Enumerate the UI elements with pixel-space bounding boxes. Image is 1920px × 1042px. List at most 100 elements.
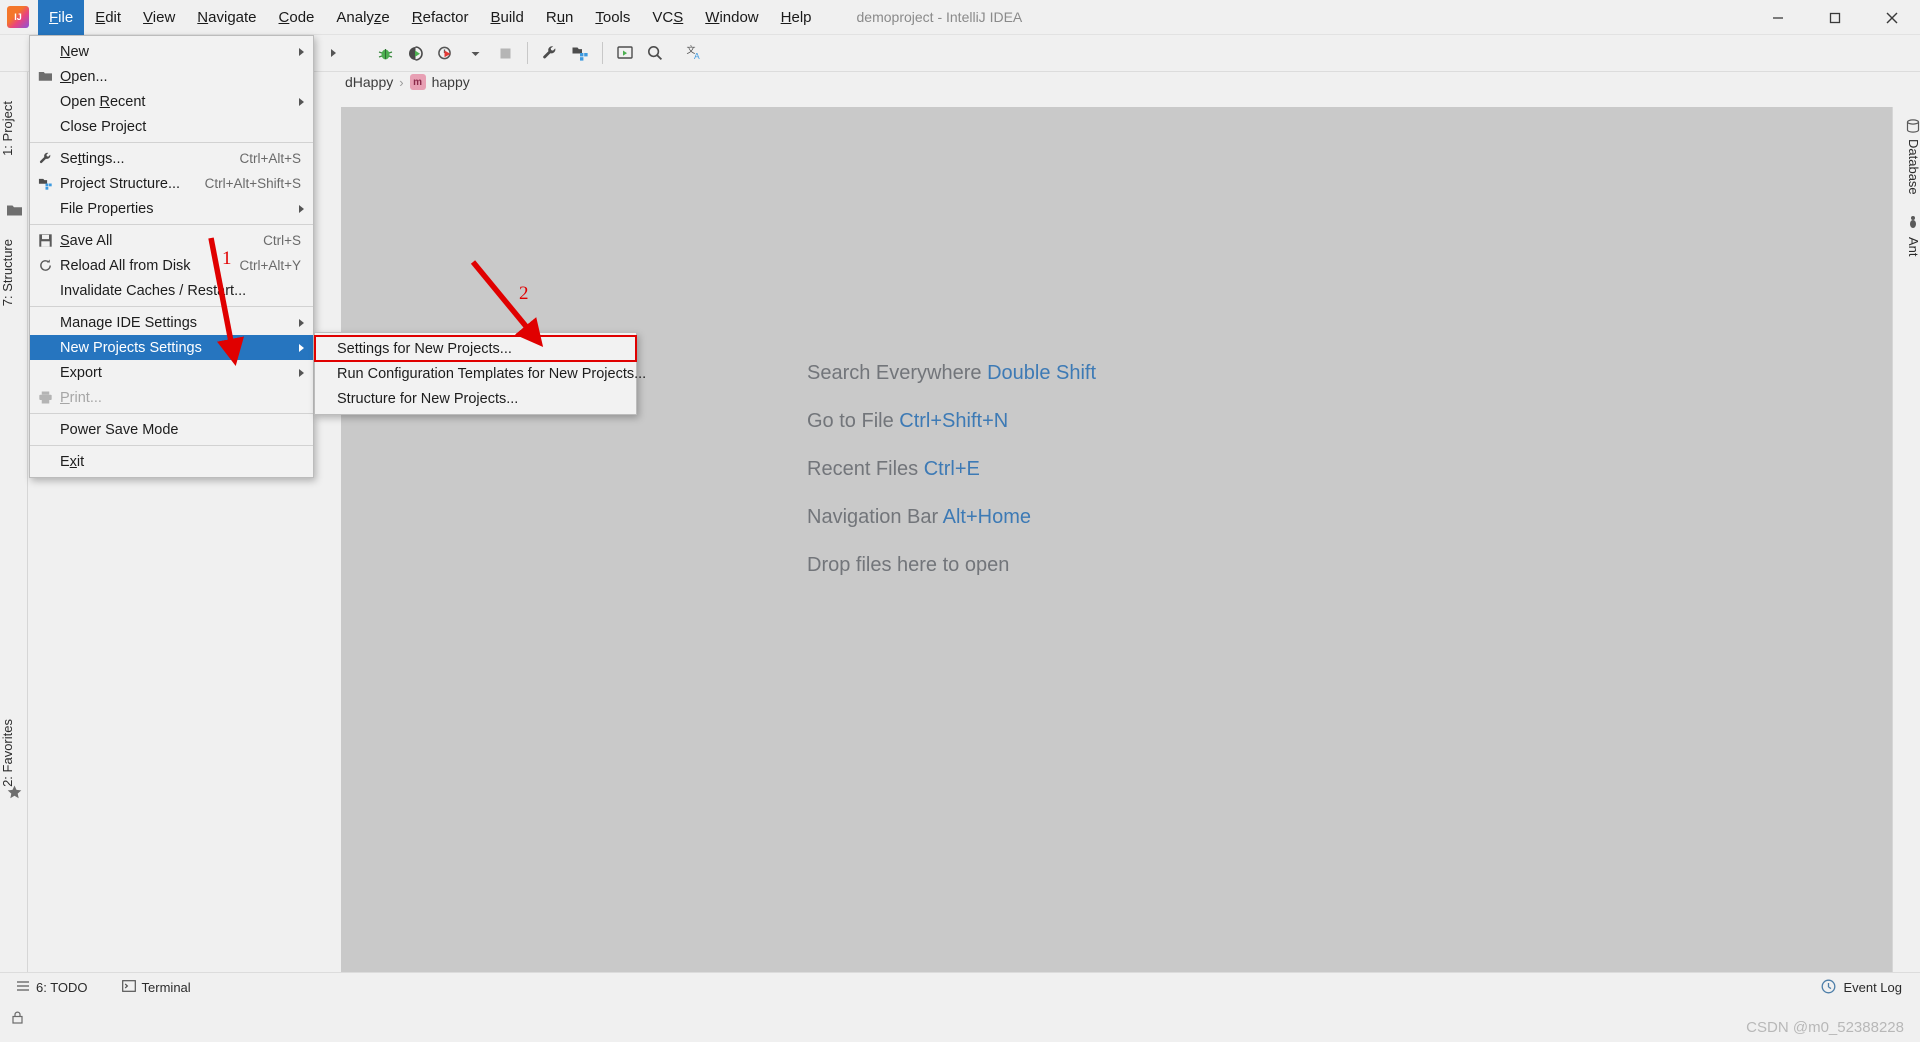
project-structure-icon[interactable]	[565, 38, 595, 68]
sidebar-item-project[interactable]: 1: Project	[0, 94, 28, 163]
menu-item-open[interactable]: Open...	[30, 64, 313, 89]
menu-separator	[30, 445, 313, 446]
printer-icon	[30, 390, 60, 405]
search-icon[interactable]	[640, 38, 670, 68]
menu-file[interactable]: File	[38, 0, 85, 35]
breadcrumb-module[interactable]: happy	[432, 74, 470, 90]
run-coverage-icon[interactable]	[400, 38, 430, 68]
breadcrumb-project[interactable]: dHappy	[345, 74, 393, 90]
submenu-item-run-configuration-templates-for-new-projects[interactable]: Run Configuration Templates for New Proj…	[315, 361, 646, 386]
terminal-icon	[121, 979, 136, 996]
menu-item-label: Save All	[60, 232, 113, 249]
module-icon: m	[409, 74, 426, 90]
menu-item-settings[interactable]: Settings... Ctrl+Alt+S	[30, 146, 313, 171]
run-config-dropdown-icon[interactable]	[460, 38, 490, 68]
menu-item-close-project[interactable]: Close Project	[30, 114, 313, 139]
window-title: demoproject - IntelliJ IDEA	[856, 9, 1023, 25]
menu-item-reload-all-from-disk[interactable]: Reload All from Disk Ctrl+Alt+Y	[30, 253, 313, 278]
editor-hint-go-to-file: Go to File Ctrl+Shift+N	[807, 410, 1096, 433]
chevron-right-icon	[299, 204, 304, 213]
menu-item-exit[interactable]: Exit	[30, 449, 313, 474]
breadcrumb-separator-icon: ›	[399, 74, 404, 90]
menu-view[interactable]: View	[132, 0, 186, 35]
hint-shortcut: Alt+Home	[938, 506, 1032, 528]
menu-item-manage-ide-settings[interactable]: Manage IDE Settings	[30, 310, 313, 335]
menu-help[interactable]: Help	[770, 0, 823, 35]
hint-shortcut: Ctrl+E	[918, 458, 980, 480]
menu-code[interactable]: Code	[268, 0, 326, 35]
chevron-right-icon	[299, 47, 304, 56]
status-bar-bottom: CSDN @m0_52388228	[0, 1002, 1920, 1042]
menu-tools[interactable]: Tools	[584, 0, 641, 35]
editor-hint-drop-files-here-to-open: Drop files here to open	[807, 554, 1096, 577]
menu-item-power-save-mode[interactable]: Power Save Mode	[30, 417, 313, 442]
menu-item-label: Reload All from Disk	[60, 257, 191, 274]
watermark: CSDN @m0_52388228	[1746, 1019, 1904, 1036]
menu-item-label: Settings...	[60, 150, 125, 167]
menu-item-label: New	[60, 43, 90, 60]
editor-empty-area: Search Everywhere Double Shift Go to File…	[341, 107, 1892, 1002]
menu-navigate[interactable]: Navigate	[186, 0, 267, 35]
menu-item-label: Open Recent	[60, 93, 146, 110]
hint-action: Recent Files	[807, 458, 919, 480]
menu-run[interactable]: Run	[535, 0, 585, 35]
maximize-icon[interactable]	[1806, 0, 1863, 35]
menu-refactor[interactable]: Refactor	[401, 0, 480, 35]
editor-shortcut-hints: Search Everywhere Double Shift Go to File…	[807, 362, 1096, 577]
menu-item-export[interactable]: Export	[30, 360, 313, 385]
submenu-item-structure-for-new-projects[interactable]: Structure for New Projects...	[315, 386, 636, 411]
menu-item-label: Close Project	[60, 118, 147, 135]
reload-sync-icon	[30, 258, 60, 273]
menu-build[interactable]: Build	[479, 0, 534, 35]
sidebar-item-favorites[interactable]: 2: Favorites	[0, 712, 28, 794]
breadcrumb: dHappy › m happy	[345, 74, 470, 90]
menu-vcs[interactable]: VCS	[641, 0, 694, 35]
toolbar-divider	[527, 42, 528, 64]
status-terminal[interactable]: Terminal	[121, 979, 191, 996]
menu-item-project-structure[interactable]: Project Structure... Ctrl+Alt+Shift+S	[30, 171, 313, 196]
hint-action: Navigation Bar	[807, 506, 939, 528]
window-controls	[1749, 0, 1920, 35]
editor-hint-recent-files: Recent Files Ctrl+E	[807, 458, 1096, 481]
minimize-icon[interactable]	[1749, 0, 1806, 35]
lock-icon[interactable]	[10, 1010, 25, 1025]
menu-item-print: Print...	[30, 385, 313, 410]
hint-shortcut: Double Shift	[981, 362, 1097, 384]
profile-run-icon[interactable]	[430, 38, 460, 68]
settings-wrench-icon[interactable]	[535, 38, 565, 68]
menu-item-shortcut: Ctrl+Alt+Y	[239, 258, 301, 273]
menu-separator	[30, 413, 313, 414]
stop-icon[interactable]	[490, 38, 520, 68]
menu-item-save-all[interactable]: Save All Ctrl+S	[30, 228, 313, 253]
status-event-log[interactable]: Event Log	[1821, 979, 1902, 997]
open-folder-icon	[30, 69, 60, 84]
sidebar-item-ant[interactable]: Ant	[1893, 230, 1920, 264]
status-terminal-label: Terminal	[141, 980, 191, 995]
menu-edit[interactable]: Edit	[84, 0, 132, 35]
bookmark-star-icon[interactable]	[6, 784, 23, 801]
menu-item-file-properties[interactable]: File Properties	[30, 196, 313, 221]
menu-window[interactable]: Window	[694, 0, 769, 35]
title-bar: FileEditViewNavigateCodeAnalyzeRefactorB…	[0, 0, 1920, 35]
sidebar-item-structure[interactable]: 7: Structure	[0, 232, 28, 313]
update-project-icon[interactable]	[610, 38, 640, 68]
menu-item-invalidate-caches-restart[interactable]: Invalidate Caches / Restart...	[30, 278, 313, 303]
debug-bug-icon[interactable]	[370, 38, 400, 68]
intellij-idea-window: FileEditViewNavigateCodeAnalyzeRefactorB…	[0, 0, 1920, 1042]
menu-item-label: Open...	[60, 68, 108, 85]
navbar-expand-icon[interactable]	[318, 38, 348, 68]
menu-item-label: New Projects Settings	[60, 339, 202, 356]
menu-item-new[interactable]: New	[30, 39, 313, 64]
submenu-item-settings-for-new-projects[interactable]: Settings for New Projects...	[314, 335, 637, 362]
file-menu-dropdown: New Open... Open Recent Close Project Settin…	[29, 35, 314, 478]
sidebar-item-database[interactable]: Database	[1893, 132, 1920, 202]
menu-item-label: Invalidate Caches / Restart...	[60, 282, 247, 299]
status-bar: 6: TODO Terminal Event Log	[0, 972, 1920, 1002]
translate-icon[interactable]: 文 A	[680, 38, 710, 68]
folder-icon[interactable]	[6, 202, 23, 219]
status-todo[interactable]: 6: TODO	[16, 979, 88, 996]
close-icon[interactable]	[1863, 0, 1920, 35]
menu-analyze[interactable]: Analyze	[325, 0, 400, 35]
menu-item-open-recent[interactable]: Open Recent	[30, 89, 313, 114]
menu-item-new-projects-settings[interactable]: New Projects Settings	[30, 335, 313, 360]
